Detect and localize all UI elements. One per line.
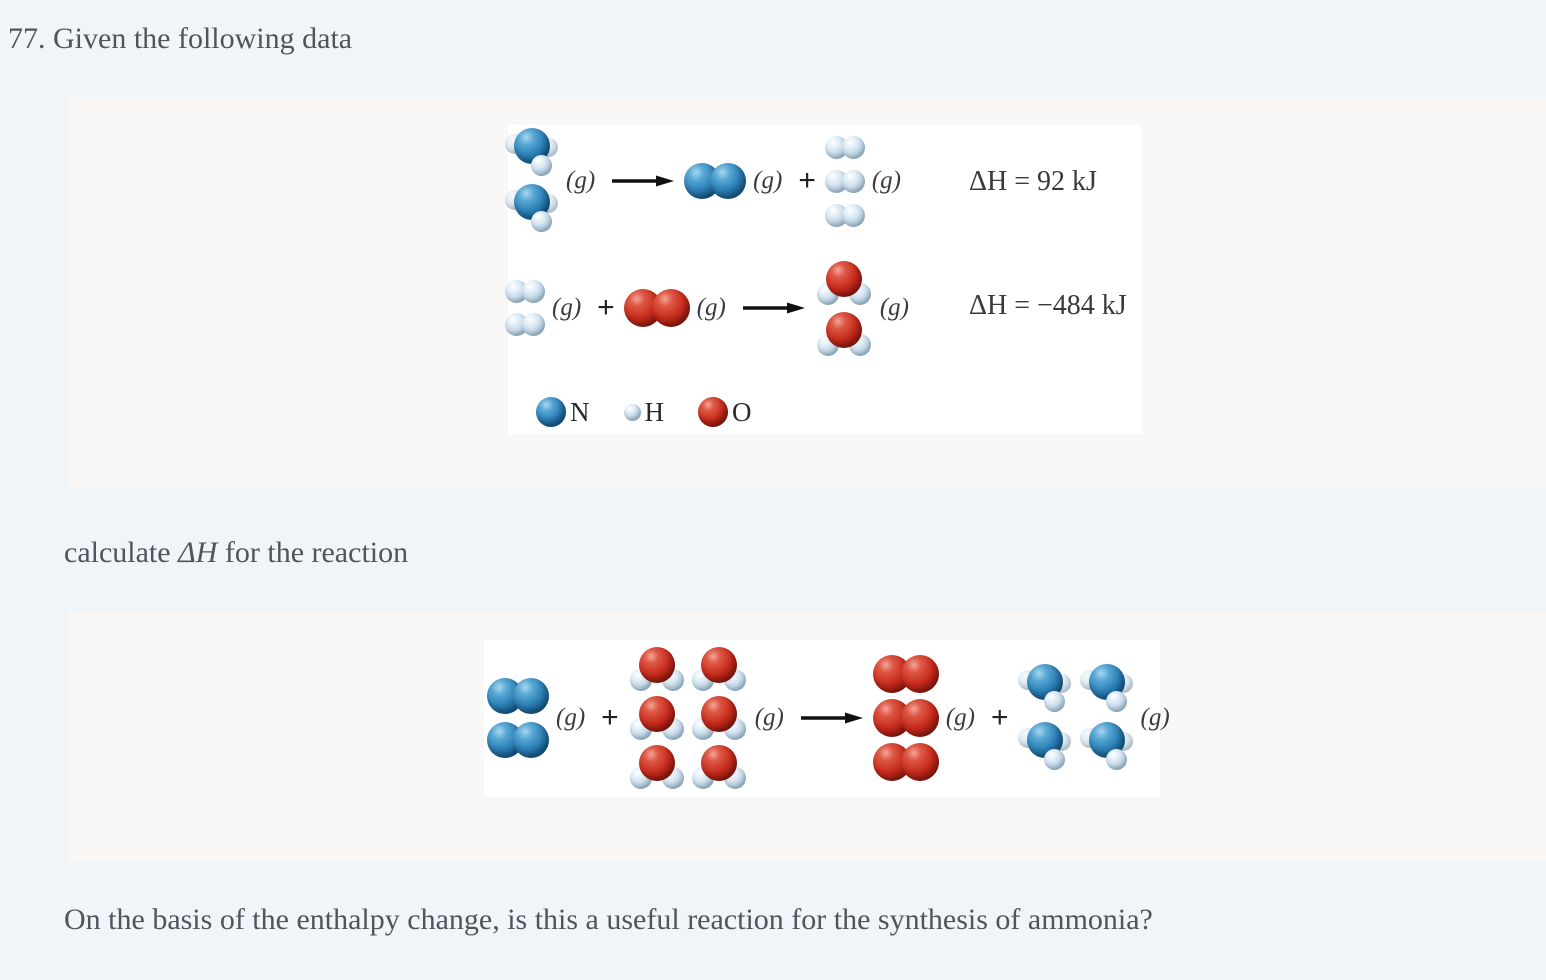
- product-hydrogen-group: [824, 135, 865, 227]
- plus-sign: +: [991, 701, 1009, 734]
- problem-intro-text: 77. Given the following data: [8, 22, 353, 55]
- legend-item-nitrogen: N: [536, 397, 590, 428]
- target-product-ammonia-group: [1017, 662, 1134, 774]
- molecule-nh3: [505, 126, 559, 180]
- reaction-2-equation: (g) + (g) (g): [505, 258, 916, 358]
- calculate-text-post: for the reaction: [217, 536, 409, 569]
- molecule-h2o: [815, 310, 873, 358]
- state-label-gas: (g): [871, 167, 901, 194]
- calculate-instruction: calculate ΔH for the reaction: [64, 534, 408, 572]
- molecule-n2: [487, 722, 549, 758]
- closing-question-text: On the basis of the enthalpy change, is …: [64, 903, 1153, 936]
- hydrogen-sphere-icon: [623, 397, 641, 427]
- state-label-gas: (g): [696, 294, 726, 321]
- calculate-text-pre: calculate: [64, 536, 179, 569]
- state-label-gas: (g): [753, 167, 783, 194]
- molecule-nh3: [505, 182, 559, 236]
- molecule-h2o: [690, 694, 748, 742]
- molecule-nh3: [1079, 720, 1134, 774]
- reaction-2-enthalpy-label: ΔH = −484 kJ: [969, 290, 1127, 321]
- molecule-h2: [824, 203, 865, 227]
- molecule-h2o: [815, 259, 873, 307]
- legend-item-oxygen: O: [698, 397, 752, 428]
- molecule-nh3: [1017, 720, 1072, 774]
- molecule-h2: [824, 169, 865, 193]
- reaction-1-equation: (g) (g) + (g): [505, 127, 908, 235]
- molecule-n2: [487, 678, 549, 714]
- oxygen-sphere-icon: [698, 397, 728, 427]
- molecule-h2: [505, 313, 545, 336]
- target-product-oxygen-group: [872, 655, 939, 781]
- delta-h-symbol: ΔH: [178, 536, 218, 569]
- nitrogen-sphere-icon: [536, 397, 566, 427]
- molecule-h2o: [690, 743, 748, 791]
- molecule-o2: [623, 289, 690, 327]
- state-label-gas: (g): [879, 294, 909, 321]
- target-reaction-equation: (g) + (g) (g) + (g): [487, 642, 1177, 794]
- molecule-legend: N H O: [536, 392, 786, 432]
- molecule-o2: [872, 655, 939, 693]
- reaction-arrow-icon: [612, 175, 675, 187]
- molecule-h2o: [690, 645, 748, 693]
- molecule-h2o: [628, 743, 686, 791]
- molecule-h2o: [628, 645, 686, 693]
- reaction-arrow-icon: [800, 712, 863, 724]
- molecule-h2: [824, 135, 865, 159]
- reactant-ammonia-group: [505, 126, 559, 236]
- state-label-gas: (g): [1140, 704, 1170, 731]
- legend-label-nitrogen: N: [570, 396, 590, 427]
- reaction-1-enthalpy-label: ΔH = 92 kJ: [969, 166, 1097, 197]
- state-label-gas: (g): [945, 704, 975, 731]
- plus-sign: +: [597, 291, 615, 324]
- state-label-gas: (g): [754, 704, 784, 731]
- state-label-gas: (g): [556, 704, 586, 731]
- molecule-o2: [872, 699, 939, 737]
- target-reactant-water-group: [628, 645, 748, 791]
- plus-sign: +: [601, 701, 619, 734]
- molecule-h2o: [628, 694, 686, 742]
- molecule-nh3: [1017, 662, 1072, 716]
- molecule-n2: [684, 163, 747, 199]
- plus-sign: +: [798, 164, 816, 197]
- reactant-oxygen-group: [623, 289, 690, 327]
- legend-item-hydrogen: H: [623, 396, 665, 428]
- legend-label-hydrogen: H: [644, 396, 665, 427]
- product-water-group: [815, 259, 873, 358]
- molecule-nh3: [1079, 662, 1134, 716]
- legend-label-oxygen: O: [732, 396, 752, 427]
- reaction-arrow-icon: [742, 302, 805, 314]
- molecule-o2: [872, 743, 939, 781]
- state-label-gas: (g): [566, 167, 596, 194]
- molecule-h2: [505, 280, 545, 303]
- target-reactant-nitrogen-group: [487, 678, 549, 758]
- reactant-hydrogen-group: [505, 280, 545, 336]
- state-label-gas: (g): [552, 294, 582, 321]
- product-nitrogen-group: [684, 163, 747, 199]
